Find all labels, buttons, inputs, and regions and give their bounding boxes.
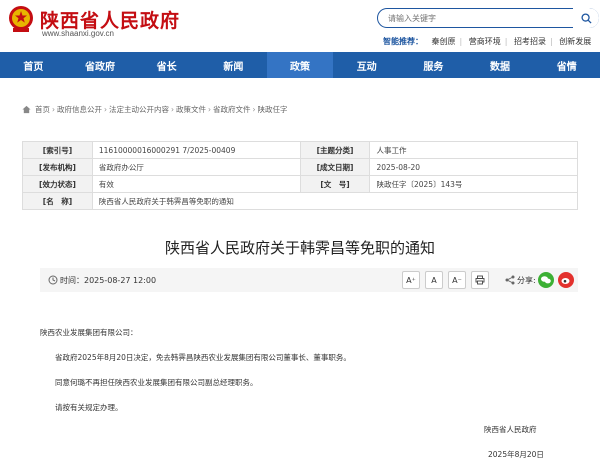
document-title: 陕西省人民政府关于韩霁昌等免职的通知 (164, 239, 435, 257)
nav-item-provincial-government[interactable]: 省政府 (67, 52, 134, 78)
breadcrumb-item[interactable]: 法定主动公开内容 (109, 104, 169, 115)
weibo-icon[interactable] (558, 272, 574, 288)
meta-value: 陕政任字〔2025〕143号 (369, 175, 578, 193)
meta-key: [名 称] (22, 192, 93, 210)
meta-value: 省政府办公厅 (91, 158, 301, 176)
smart-recommend: 智能推荐： 秦创原 | 营商环境 | 招考招录 | 创新发展 (383, 37, 592, 46)
breadcrumb-item[interactable]: 政府信息公开 (57, 104, 102, 115)
smart-recommend-item[interactable]: 营商环境 (469, 37, 501, 46)
breadcrumb-item[interactable]: 政策文件 (176, 104, 206, 115)
document-meta-table: [索引号] 11610000016000291 7/2025-00409 [主题… (22, 141, 579, 210)
nav-item-service[interactable]: 服务 (400, 52, 467, 78)
table-row: [发布机构] 省政府办公厅 [成文日期] 2025-08-20 (22, 158, 578, 176)
document-sign-date: 2025年8月20日 (488, 450, 544, 459)
wechat-icon[interactable] (538, 272, 554, 288)
share-icon (505, 275, 515, 285)
nav-item-home[interactable]: 首页 (0, 52, 67, 78)
home-icon (22, 105, 31, 114)
nav-item-governor[interactable]: 省长 (133, 52, 200, 78)
nav-item-policy[interactable]: 政策 (266, 52, 334, 78)
salutation: 陕西农业发展集团有限公司： (40, 328, 138, 337)
nav-item-news[interactable]: 新闻 (200, 52, 267, 78)
main-nav: 首页 省政府 省长 新闻 政策 互动 服务 数据 省情 (0, 52, 600, 78)
breadcrumb: 首页 › 政府信息公开 › 法定主动公开内容 › 政策文件 › 省政府文件 › 陕政任字 (22, 104, 288, 115)
font-decrease-button[interactable]: A⁻ (448, 271, 466, 289)
weibo-glyph-icon (561, 278, 570, 284)
meta-key: [文 号] (299, 175, 371, 193)
publish-time-value: 2025-08-27 12:00 (84, 276, 157, 285)
meta-key: [主题分类] (299, 141, 371, 159)
clock-icon (48, 275, 58, 285)
body-paragraph: 请按有关规定办理。 (55, 403, 123, 412)
site-header: 陕西省人民政府 www.shaanxi.gov.cn 智能推荐： 秦创原| 营商… (0, 0, 600, 52)
search-icon (580, 12, 592, 24)
search-box (377, 8, 599, 28)
smart-recommend-label: 智能推荐： (383, 37, 423, 46)
font-increase-button[interactable]: A⁺ (402, 271, 420, 289)
meta-value: 2025-08-20 (369, 158, 578, 176)
meta-value: 人事工作 (369, 141, 578, 159)
publish-time-label: 时间： (60, 276, 84, 285)
document-signer: 陕西省人民政府 (484, 425, 537, 434)
wechat-glyph-icon (541, 276, 551, 284)
meta-value: 11610000016000291 7/2025-00409 (91, 141, 301, 159)
breadcrumb-item-current: 陕政任字 (257, 105, 288, 114)
breadcrumb-item[interactable]: 省政府文件 (213, 104, 251, 115)
national-emblem-icon[interactable] (7, 4, 35, 34)
meta-key: [发布机构] (22, 158, 93, 176)
search-button[interactable] (573, 8, 599, 28)
share-label: 分享: (517, 276, 536, 285)
search-input[interactable] (388, 12, 568, 25)
table-row: [效力状态] 有效 [文 号] 陕政任字〔2025〕143号 (22, 175, 578, 193)
meta-key: [成文日期] (299, 158, 371, 176)
font-default-button[interactable]: A (425, 271, 443, 289)
smart-recommend-item[interactable]: 创新发展 (559, 37, 591, 46)
article-toolbar: 时间：2025-08-27 12:00 A⁺ A A⁻ 分享: (40, 268, 578, 292)
site-url: www.shaanxi.gov.cn (42, 29, 114, 38)
meta-key: [效力状态] (22, 175, 93, 193)
print-button[interactable] (471, 271, 489, 289)
nav-item-interaction[interactable]: 互动 (333, 52, 400, 78)
nav-item-province-info[interactable]: 省情 (533, 52, 600, 78)
smart-recommend-item[interactable]: 招考招录 (514, 37, 546, 46)
printer-icon (475, 275, 485, 285)
body-paragraph: 同意何璐不再担任陕西农业发展集团有限公司副总经理职务。 (55, 378, 258, 387)
table-row: [名 称] 陕西省人民政府关于韩霁昌等免职的通知 (22, 192, 579, 210)
body-paragraph: 省政府2025年8月20日决定，免去韩霁昌陕西农业发展集团有限公司董事长、董事职… (55, 353, 351, 362)
table-row: [索引号] 11610000016000291 7/2025-00409 [主题… (22, 141, 578, 159)
breadcrumb-item[interactable]: 首页 (35, 104, 50, 115)
meta-value: 陕西省人民政府关于韩霁昌等免职的通知 (91, 192, 579, 210)
nav-item-data[interactable]: 数据 (467, 52, 534, 78)
meta-key: [索引号] (22, 141, 93, 159)
meta-value: 有效 (91, 175, 301, 193)
smart-recommend-item[interactable]: 秦创原 (432, 37, 456, 46)
publish-time: 时间：2025-08-27 12:00 (60, 275, 156, 286)
